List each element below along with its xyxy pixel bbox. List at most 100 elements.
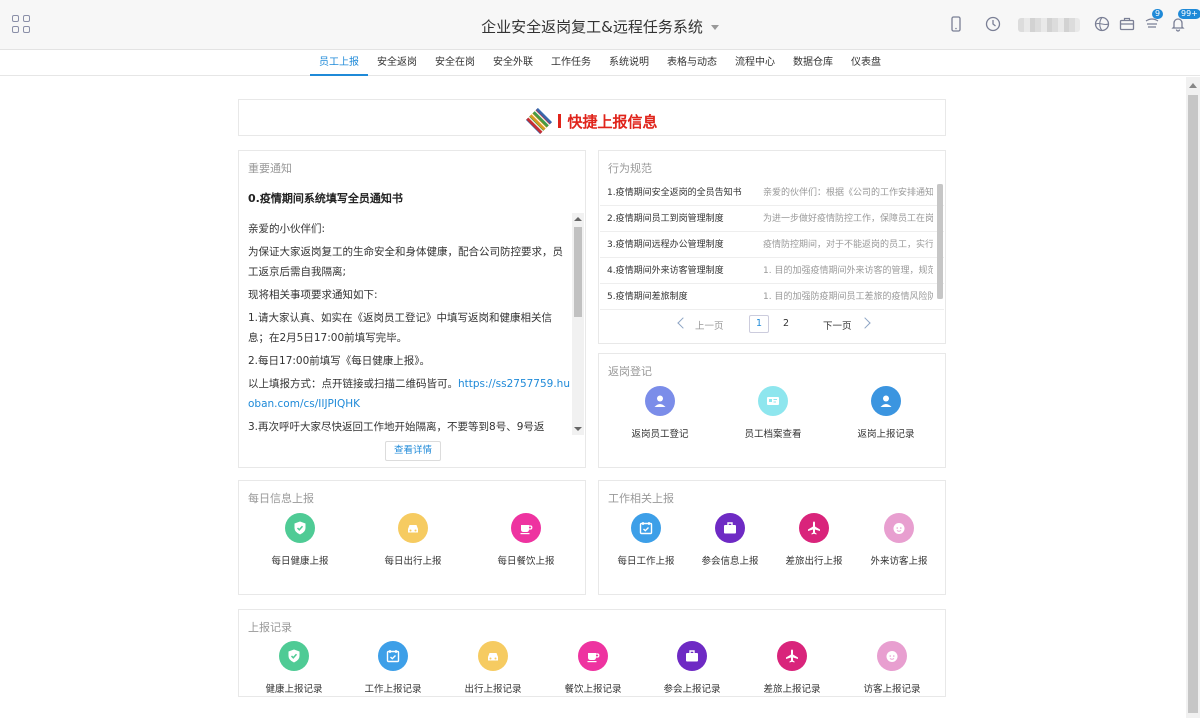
item-label: 工作上报记录 [364,684,422,695]
nav-bar: 员工上报 安全返岗 安全在岗 安全外联 工作任务 系统说明 表格与动态 流程中心… [0,50,1200,76]
daily-meal-report[interactable]: 每日餐饮上报 [481,513,571,567]
page-2-button[interactable]: 2 [783,318,789,329]
briefcase-icon [724,522,736,534]
circle-icon-bg [677,641,707,671]
rule-row[interactable]: 5.疫情期间差旅制度 1. 目的加强防疫期间员工差旅的疫情风险防 [600,284,944,310]
circle-icon-bg [645,386,675,416]
circle-icon-bg [777,641,807,671]
travel-records[interactable]: 出行上报记录 [448,641,538,695]
report-records-panel: 上报记录 健康上报记录 工作上报记录 出行上报记录 餐饮上报记录 参会上报记录 … [238,609,946,697]
tab-safe-outreach[interactable]: 安全外联 [484,50,542,76]
visitor-report[interactable]: 外来访客上报 [854,513,944,567]
coffee-icon [520,525,533,535]
work-records[interactable]: 工作上报记录 [348,641,438,695]
page-1-button[interactable]: 1 [749,315,769,333]
circle-icon-bg [578,641,608,671]
rule-row[interactable]: 2.疫情期间员工到岗管理制度 为进一步做好疫情防控工作，保障员工在岗 [600,206,944,232]
meal-records[interactable]: 餐饮上报记录 [548,641,638,695]
business-travel-report[interactable]: 差旅出行上报 [769,513,859,567]
work-report-panel: 工作相关上报 每日工作上报 参会信息上报 差旅出行上报 外来访客上报 [598,480,946,595]
employee-profile-view[interactable]: 员工档案查看 [728,386,818,440]
tab-workflow-center[interactable]: 流程中心 [726,50,784,76]
top-bar: 企业安全返岗复工&远程任务系统 9 99+ [0,0,1200,50]
return-report-records[interactable]: 返岗上报记录 [841,386,931,440]
tab-employee-report[interactable]: 员工上报 [310,50,368,76]
rule-row[interactable]: 3.疫情期间远程办公管理制度 疫情防控期间，对于不能返岗的员工，实行 [600,232,944,258]
item-label: 每日出行上报 [384,556,442,567]
meeting-report[interactable]: 参会信息上报 [685,513,775,567]
circle-icon-bg [511,513,541,543]
daily-work-report[interactable]: 每日工作上报 [601,513,691,567]
tab-forms-updates[interactable]: 表格与动态 [658,50,726,76]
rule-desc: 亲爱的伙伴们：根据《公司的工作安排通知 [763,188,933,198]
item-label: 健康上报记录 [265,684,323,695]
meeting-records[interactable]: 参会上报记录 [647,641,737,695]
tab-system-guide[interactable]: 系统说明 [600,50,658,76]
rules-title: 行为规范 [608,162,652,175]
circle-icon-bg [631,513,661,543]
item-label: 参会信息上报 [701,556,759,567]
briefcase-icon[interactable] [1118,15,1136,33]
tab-dashboard[interactable]: 仪表盘 [842,50,890,76]
tab-data-warehouse[interactable]: 数据仓库 [784,50,842,76]
notice-scrollbar[interactable] [572,213,584,435]
daily-report-panel: 每日信息上报 每日健康上报 每日出行上报 每日餐饮上报 [238,480,586,595]
rule-title: 5.疫情期间差旅制度 [607,292,688,302]
shield-check-icon [294,521,306,535]
daily-travel-report[interactable]: 每日出行上报 [368,513,458,567]
airplane-icon [786,649,798,663]
notification-button[interactable]: 99+ [1169,9,1200,33]
notification-badge: 99+ [1178,9,1200,19]
behavior-rules-panel: 行为规范 1.疫情期间安全返岗的全员告知书 亲爱的伙伴们：根据《公司的工作安排通知… [598,150,946,344]
tab-safe-return[interactable]: 安全返岗 [368,50,426,76]
circle-icon-bg [799,513,829,543]
person-icon [880,395,892,407]
notice-paragraph: 现将相关事项要求通知如下: [248,289,378,301]
scroll-down-icon[interactable] [574,427,582,431]
page-scrollbar-thumb[interactable] [1188,95,1198,713]
title-dropdown-icon[interactable] [710,25,719,30]
rule-row[interactable]: 4.疫情期间外来访客管理制度 1. 目的加强疫情期间外来访客的管理，规范 [600,258,944,284]
page-scrollbar[interactable] [1186,77,1200,718]
tab-work-tasks[interactable]: 工作任务 [542,50,600,76]
scroll-up-icon[interactable] [574,217,582,221]
circle-icon-bg [285,513,315,543]
tab-list: 员工上报 安全返岗 安全在岗 安全外联 工作任务 系统说明 表格与动态 流程中心… [310,50,890,76]
view-details-button[interactable]: 查看详情 [385,441,441,461]
rules-list: 1.疫情期间安全返岗的全员告知书 亲爱的伙伴们：根据《公司的工作安排通知 2.疫情… [600,180,944,310]
business-travel-records[interactable]: 差旅上报记录 [747,641,837,695]
scroll-up-icon[interactable] [1189,83,1197,88]
notice-heading: 0.疫情期间系统填写全员通知书 [248,192,403,205]
notice-paragraph: 3.再次呼吁大家尽快返回工作地开始隔离，不要等到8号、9号返 [248,421,545,433]
rule-row[interactable]: 1.疫情期间安全返岗的全员告知书 亲爱的伙伴们：根据《公司的工作安排通知 [600,180,944,206]
message-button[interactable]: 9 [1143,9,1164,33]
car-icon [408,525,418,533]
prev-page-button[interactable]: 上一页 [695,318,724,332]
rule-title: 4.疫情期间外来访客管理制度 [607,266,724,276]
daily-health-report[interactable]: 每日健康上报 [255,513,345,567]
tab-safe-onsite[interactable]: 安全在岗 [426,50,484,76]
next-page-button[interactable]: 下一页 [823,318,852,332]
notice-scrollbar-thumb[interactable] [574,227,582,317]
rules-scrollbar-thumb[interactable] [937,184,943,299]
item-label: 餐饮上报记录 [564,684,622,695]
circle-icon-bg [398,513,428,543]
circle-icon-bg [378,641,408,671]
rules-scrollbar[interactable] [937,184,943,299]
health-records[interactable]: 健康上报记录 [249,641,339,695]
calendar-check-icon [386,650,400,663]
rule-desc: 1. 目的加强疫情期间外来访客的管理，规范 [763,266,933,276]
visitor-records[interactable]: 访客上报记录 [847,641,937,695]
notice-title: 重要通知 [248,162,292,175]
chevron-left-icon[interactable] [677,317,689,329]
user-avatar-name[interactable] [1018,18,1080,32]
item-label: 差旅上报记录 [763,684,821,695]
chevron-right-icon[interactable] [859,317,871,329]
return-employee-register[interactable]: 返岗员工登记 [615,386,705,440]
daily-section-title: 每日信息上报 [248,492,314,505]
globe-icon[interactable] [1093,15,1111,33]
rule-desc: 疫情防控期间，对于不能返岗的员工，实行 [763,240,933,250]
notice-body[interactable]: 亲爱的小伙伴们: 为保证大家返岗复工的生命安全和身体健康，配合公司防控要求，员工… [248,219,570,435]
clock-icon[interactable] [984,15,1002,33]
mobile-icon[interactable] [947,15,965,33]
